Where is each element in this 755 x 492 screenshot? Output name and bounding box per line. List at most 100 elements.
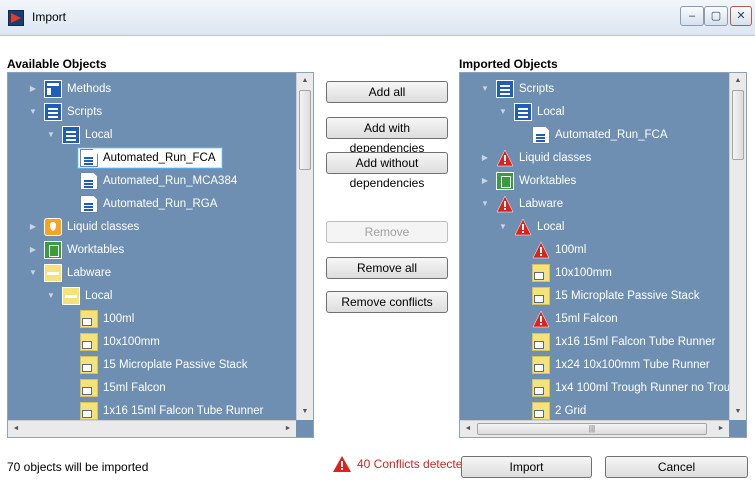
scroll-left-icon[interactable]: ◄ [460, 421, 476, 437]
tree-item[interactable]: Automated_Run_FCA [77, 147, 223, 169]
collapse-arrow-icon[interactable]: ▼ [480, 84, 490, 94]
warning-icon [532, 241, 550, 259]
scroll-left-icon[interactable]: ◄ [8, 421, 24, 437]
imported-horizontal-scrollbar[interactable]: ◄ ||| ► [460, 420, 729, 437]
tree-item[interactable]: ▶ Liquid classes [30, 216, 140, 238]
tree-item[interactable]: Automated_Run_RGA [80, 193, 217, 215]
script-file-icon [80, 195, 98, 213]
tree-item[interactable]: 2 Grid [532, 400, 586, 420]
expand-arrow-icon[interactable]: ▶ [28, 245, 38, 255]
cancel-button[interactable]: Cancel [605, 456, 748, 478]
imported-vertical-scrollbar[interactable]: ▲ ▼ [729, 73, 746, 420]
imported-objects-tree[interactable]: ▼ Scripts ▼ Local Automated_Run_FCA ▶ Liquid c… [459, 72, 747, 438]
scroll-down-icon[interactable]: ▼ [297, 404, 313, 420]
tree-item[interactable]: ▶ Methods [30, 78, 111, 100]
scroll-up-icon[interactable]: ▲ [730, 73, 746, 89]
tree-item-label: Worktables [519, 175, 577, 187]
tree-item[interactable]: ▼ Local [499, 216, 565, 238]
tree-item-label: Scripts [67, 106, 103, 118]
tree-item-label: 10x100mm [103, 336, 160, 348]
expand-arrow-icon[interactable]: ▶ [28, 222, 38, 232]
available-vertical-scrollbar[interactable]: ▲ ▼ [296, 73, 313, 420]
tree-item[interactable]: ▼ Scripts [481, 78, 554, 100]
tree-item[interactable]: ▼ Labware [481, 193, 563, 215]
minimize-button[interactable]: – [680, 6, 704, 26]
tree-item-label: Liquid classes [67, 221, 140, 233]
labware-icon [44, 264, 62, 282]
collapse-arrow-icon[interactable]: ▼ [480, 199, 490, 209]
warning-icon [532, 310, 550, 328]
scroll-right-icon[interactable]: ► [713, 421, 729, 437]
remove-button[interactable]: Remove [326, 221, 448, 243]
tree-item[interactable]: 10x100mm [80, 331, 160, 353]
labware-item-icon [80, 356, 98, 374]
import-button[interactable]: Import [461, 456, 592, 478]
tree-item-label: Local [85, 129, 113, 141]
tree-item-label: Automated_Run_FCA [103, 152, 216, 164]
scroll-down-icon[interactable]: ▼ [730, 404, 746, 420]
script-file-icon [532, 126, 550, 144]
available-horizontal-scrollbar[interactable]: ◄ ► [8, 420, 296, 437]
collapse-arrow-icon[interactable]: ▼ [498, 222, 508, 232]
tree-item-label: 100ml [103, 313, 135, 325]
available-objects-tree[interactable]: ▶ Methods ▼ Scripts ▼ Local Automated_Run_FCA A… [7, 72, 314, 438]
tree-item-label: 1x16 15ml Falcon Tube Runner [555, 336, 716, 348]
tree-item[interactable]: 15 Microplate Passive Stack [80, 354, 247, 376]
scroll-thumb[interactable] [732, 90, 744, 160]
tree-item[interactable]: 15ml Falcon [80, 377, 166, 399]
labware-item-icon [80, 310, 98, 328]
warning-icon [496, 195, 514, 213]
close-button[interactable]: ✕ [730, 6, 752, 26]
tree-item-label: 15ml Falcon [555, 313, 618, 325]
collapse-arrow-icon[interactable]: ▼ [46, 291, 56, 301]
tree-item[interactable]: ▼ Local [47, 124, 113, 146]
worktables-icon [496, 172, 514, 190]
tree-item[interactable]: ▶ Worktables [30, 239, 125, 261]
tree-item[interactable]: 100ml [532, 239, 586, 261]
labware-item-icon [532, 333, 550, 351]
add-with-dependencies-button[interactable]: Add with dependencies [326, 117, 448, 155]
window-title: Import [32, 10, 67, 24]
tree-item[interactable]: ▼ Labware [29, 262, 111, 284]
collapse-arrow-icon[interactable]: ▼ [28, 107, 38, 117]
add-all-button[interactable]: Add all [326, 81, 448, 103]
warning-icon [514, 218, 532, 236]
tree-item[interactable]: ▼ Local [499, 101, 565, 123]
tree-item[interactable]: ▶ Worktables [482, 170, 577, 192]
tree-item[interactable]: 1x24 10x100mm Tube Runner [532, 354, 710, 376]
expand-arrow-icon[interactable]: ▶ [480, 176, 490, 186]
maximize-button[interactable]: ▢ [704, 6, 728, 26]
tree-item[interactable]: ▶ Liquid classes [482, 147, 591, 169]
tree-item[interactable]: 1x4 100ml Trough Runner no Trough [532, 377, 729, 399]
scroll-right-icon[interactable]: ► [280, 421, 296, 437]
scroll-thumb[interactable] [299, 90, 311, 170]
scroll-thumb[interactable]: ||| [477, 423, 707, 435]
collapse-arrow-icon[interactable]: ▼ [498, 107, 508, 117]
tree-item[interactable]: 1x16 15ml Falcon Tube Runner [80, 400, 263, 420]
tree-item[interactable]: 1x16 15ml Falcon Tube Runner [532, 331, 715, 353]
add-without-dependencies-button[interactable]: Add without dependencies [326, 152, 448, 190]
tree-item[interactable]: Automated_Run_FCA [532, 124, 668, 146]
liquid-classes-icon [44, 218, 62, 236]
script-file-icon [80, 149, 98, 167]
tree-item[interactable]: 15ml Falcon [532, 308, 618, 330]
expand-arrow-icon[interactable]: ▶ [480, 153, 490, 163]
scroll-up-icon[interactable]: ▲ [297, 73, 313, 89]
collapse-arrow-icon[interactable]: ▼ [28, 268, 38, 278]
tree-item-label: 15ml Falcon [103, 382, 166, 394]
tree-item[interactable]: 15 Microplate Passive Stack [532, 285, 699, 307]
warning-icon [496, 149, 514, 167]
tree-item-label: Automated_Run_MCA384 [103, 175, 238, 187]
tree-item[interactable]: Automated_Run_MCA384 [80, 170, 237, 192]
tree-item-label: 1x24 10x100mm Tube Runner [555, 359, 710, 371]
expand-arrow-icon[interactable]: ▶ [28, 84, 38, 94]
collapse-arrow-icon[interactable]: ▼ [46, 130, 56, 140]
tree-item[interactable]: 100ml [80, 308, 134, 330]
tree-item[interactable]: 10x100mm [532, 262, 612, 284]
remove-all-button[interactable]: Remove all [326, 257, 448, 279]
remove-conflicts-button[interactable]: Remove conflicts [326, 291, 448, 313]
tree-item[interactable]: ▼ Local [47, 285, 113, 307]
tree-item-label: Worktables [67, 244, 125, 256]
tree-item[interactable]: ▼ Scripts [29, 101, 103, 123]
labware-item-icon [80, 402, 98, 420]
